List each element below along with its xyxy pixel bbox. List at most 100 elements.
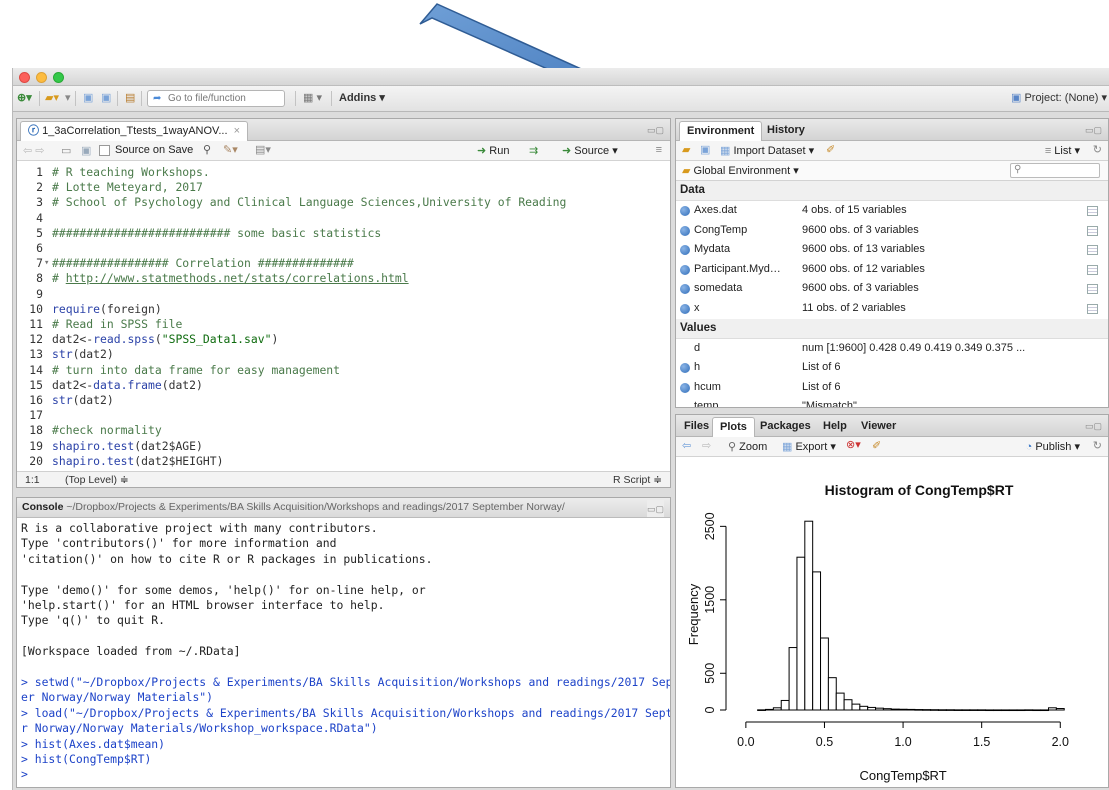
tab-environment[interactable]: Environment — [679, 121, 763, 141]
zoom-button[interactable]: ⚲ Zoom — [728, 440, 767, 453]
show-in-window-icon[interactable]: ▭ — [61, 144, 71, 157]
view-table-icon[interactable] — [1087, 245, 1098, 256]
project-menu[interactable]: ▣ Project: (None) ▾ — [1011, 90, 1107, 107]
code-line[interactable]: shapiro.test(dat2$HEIGHT) — [52, 454, 223, 469]
code-line[interactable]: str(dat2) — [52, 347, 114, 362]
open-file-icon[interactable]: ▾ — [65, 90, 71, 107]
code-tools-icon[interactable]: ✎▾ — [223, 143, 238, 156]
env-row[interactable]: temp "Mismatch" — [676, 397, 1108, 407]
histogram-bar — [796, 556, 806, 711]
load-workspace-icon[interactable]: ▰ — [682, 143, 690, 156]
env-row[interactable]: Mydata 9600 obs. of 13 variables — [676, 240, 1108, 260]
refresh-plot-icon[interactable]: ↻ — [1093, 439, 1102, 452]
env-row[interactable]: d num [1:9600] 0.428 0.49 0.419 0.349 0.3… — [676, 339, 1108, 359]
new-project-icon[interactable]: ▰▾ — [45, 90, 59, 107]
minimize-window-button[interactable] — [36, 72, 47, 83]
list-view-menu[interactable]: ≡ List ▾ — [1045, 144, 1080, 157]
global-env-menu[interactable]: ▰ Global Environment ▾ — [682, 164, 799, 177]
line-number: 1 — [36, 165, 43, 179]
code-line[interactable]: ########################## some basic st… — [52, 226, 381, 241]
pane-layout-icon[interactable]: ▦ ▾ — [303, 90, 322, 107]
go-to-file-input[interactable]: ➦ Go to file/function — [147, 90, 285, 107]
import-dataset-button[interactable]: ▦ Import Dataset ▾ — [720, 144, 814, 157]
expand-icon[interactable] — [680, 206, 690, 216]
code-editor[interactable]: 1 # R teaching Workshops. 2 # Lotte Meteyar… — [17, 163, 670, 483]
tab-history[interactable]: History — [760, 121, 812, 141]
prev-plot-icon[interactable]: ⇦ — [682, 439, 691, 452]
print-icon[interactable]: ▤ — [125, 90, 135, 107]
publish-button[interactable]: ◔ Publish ▾ — [1026, 440, 1080, 453]
code-line[interactable]: # Lotte Meteyard, 2017 — [52, 180, 203, 195]
refresh-icon[interactable]: ↻ — [1093, 143, 1102, 156]
code-line[interactable]: str(dat2) — [52, 393, 114, 408]
close-window-button[interactable] — [19, 72, 30, 83]
code-line[interactable]: shapiro.test(dat2$AGE) — [52, 439, 203, 454]
fold-icon[interactable]: ▾ — [44, 256, 49, 271]
source-on-save-checkbox[interactable] — [99, 145, 110, 156]
zoom-window-button[interactable] — [53, 72, 64, 83]
env-row[interactable]: hcum List of 6 — [676, 378, 1108, 398]
tab-help[interactable]: Help — [816, 417, 854, 437]
broom-icon[interactable]: ✐ — [826, 143, 835, 156]
save-all-icon[interactable]: ▣ — [101, 90, 111, 107]
code-line[interactable]: dat2<-data.frame(dat2) — [52, 378, 203, 393]
save-icon[interactable]: ▣ — [83, 90, 93, 107]
view-table-icon[interactable] — [1087, 225, 1098, 236]
env-row[interactable]: Axes.dat 4 obs. of 15 variables — [676, 201, 1108, 221]
expand-icon[interactable] — [680, 382, 690, 393]
expand-icon[interactable] — [680, 264, 690, 275]
new-file-icon[interactable]: ⊕▾ — [17, 90, 32, 107]
console-output[interactable]: R is a collaborative project with many c… — [17, 520, 670, 787]
env-search-input[interactable]: ⚲ — [1010, 163, 1100, 178]
remove-plot-icon[interactable]: ⊗▾ — [846, 438, 861, 451]
addins-menu[interactable]: Addins ▾ — [339, 90, 385, 107]
code-line[interactable]: # R teaching Workshops. — [52, 165, 210, 180]
code-line[interactable]: #check normality — [52, 423, 162, 438]
view-table-icon[interactable] — [1087, 206, 1098, 216]
back-icon[interactable]: ⇦ ⇨ — [23, 144, 45, 157]
rerun-icon[interactable]: ⇉ — [529, 144, 538, 157]
tab-packages[interactable]: Packages — [753, 417, 818, 437]
expand-icon[interactable] — [680, 363, 690, 374]
env-row[interactable]: h List of 6 — [676, 358, 1108, 378]
code-line[interactable]: ################# Correlation ##########… — [52, 256, 354, 271]
close-tab-icon[interactable]: × — [231, 125, 240, 137]
env-row[interactable]: CongTemp 9600 obs. of 3 variables — [676, 221, 1108, 241]
source-file-tab[interactable]: ⓡ 1_3aCorrelation_Ttests_1wayANOV... × — [20, 121, 249, 141]
code-line[interactable]: # http://www.statmethods.net/stats/corre… — [52, 271, 409, 286]
expand-icon[interactable] — [680, 225, 690, 236]
compile-report-icon[interactable]: ▤▾ — [255, 143, 271, 156]
code-line[interactable]: require(foreign) — [52, 302, 162, 317]
expand-icon[interactable] — [680, 245, 690, 256]
code-line[interactable]: # turn into data frame for easy manageme… — [52, 363, 340, 378]
export-button[interactable]: ▦ Export ▾ — [782, 440, 836, 453]
tab-files[interactable]: Files — [677, 417, 716, 437]
scope-menu[interactable]: (Top Level) ≑ — [65, 474, 129, 486]
env-row[interactable]: Participant.Myd… 9600 obs. of 12 variable… — [676, 260, 1108, 280]
save-workspace-icon[interactable]: ▣ — [700, 143, 710, 156]
code-line[interactable]: # School of Psychology and Clinical Lang… — [52, 195, 566, 210]
source-button[interactable]: ➜ Source ▾ — [562, 144, 618, 157]
view-table-icon[interactable] — [1087, 304, 1098, 314]
save-file-icon[interactable]: ▣ — [81, 144, 91, 157]
pane-minmax-icon[interactable]: ▭▢ — [647, 125, 664, 136]
code-line[interactable]: dat2<-read.spss("SPSS_Data1.sav") — [52, 332, 278, 347]
tab-plots[interactable]: Plots — [712, 417, 755, 437]
view-table-icon[interactable] — [1087, 264, 1098, 275]
outline-icon[interactable]: ≡ — [656, 144, 662, 156]
tab-viewer[interactable]: Viewer — [854, 417, 903, 437]
env-row[interactable]: somedata 9600 obs. of 3 variables — [676, 279, 1108, 299]
search-icon[interactable]: ⚲ — [203, 143, 211, 156]
env-row[interactable]: x 11 obs. of 2 variables — [676, 299, 1108, 319]
clear-plots-icon[interactable]: ✐ — [872, 439, 881, 452]
plots-minmax-icon[interactable]: ▭▢ — [1085, 421, 1102, 432]
code-line[interactable]: # Read in SPSS file — [52, 317, 182, 332]
env-minmax-icon[interactable]: ▭▢ — [1085, 125, 1102, 136]
view-table-icon[interactable] — [1087, 284, 1098, 295]
next-plot-icon[interactable]: ⇨ — [702, 439, 711, 452]
expand-icon[interactable] — [680, 304, 690, 314]
run-button[interactable]: ➜ Run — [477, 144, 509, 157]
console-minmax-icon[interactable]: ▭▢ — [646, 500, 664, 517]
expand-icon[interactable] — [680, 284, 690, 295]
file-type-menu[interactable]: R Script ≑ — [613, 474, 662, 486]
